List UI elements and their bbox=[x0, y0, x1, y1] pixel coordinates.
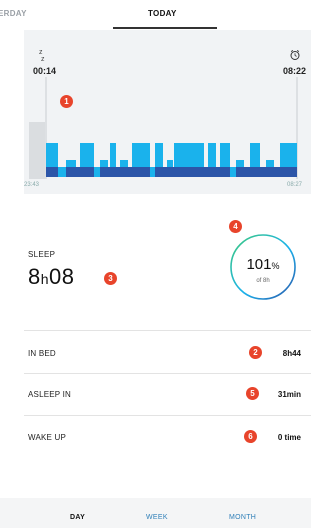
sleep-zz-icon: z z bbox=[39, 49, 45, 63]
goal-percent-value: 101 bbox=[246, 256, 272, 273]
light-sleep-bar bbox=[120, 160, 128, 167]
marker-5: 5 bbox=[246, 387, 259, 400]
wake-time: 08:22 bbox=[283, 66, 307, 76]
sleep-hours-unit: h bbox=[40, 271, 50, 287]
light-sleep-bars bbox=[46, 143, 297, 167]
row-wake-up-value: 0 time bbox=[277, 433, 301, 442]
light-sleep-bar bbox=[280, 143, 297, 167]
light-sleep-bar bbox=[266, 160, 274, 167]
row-asleep-in-value: 31min bbox=[277, 390, 301, 399]
divider bbox=[24, 415, 311, 416]
sleep-chart bbox=[29, 77, 298, 179]
light-sleep-bar bbox=[132, 143, 150, 167]
goal-percent: 101% bbox=[229, 256, 297, 273]
axis-start-label: 23:43 bbox=[24, 182, 40, 188]
light-sleep-bar bbox=[174, 143, 204, 167]
goal-percent-sign: % bbox=[271, 261, 280, 271]
light-sleep-bar bbox=[46, 143, 58, 167]
row-in-bed-value: 8h44 bbox=[282, 349, 301, 358]
nav-month[interactable]: MONTH bbox=[229, 514, 256, 521]
nav-week[interactable]: WEEK bbox=[146, 514, 168, 521]
light-sleep-bar bbox=[100, 160, 108, 167]
goal-subtitle: of 8h bbox=[256, 278, 270, 284]
sleep-duration: 8h08 bbox=[28, 264, 75, 290]
bottom-nav: DAY WEEK MONTH bbox=[0, 498, 311, 528]
light-sleep-bar bbox=[220, 143, 230, 167]
light-sleep-bar bbox=[208, 143, 216, 167]
light-sleep-gap bbox=[58, 167, 66, 177]
divider bbox=[24, 330, 311, 331]
light-sleep-bar bbox=[80, 143, 94, 167]
light-sleep-gap bbox=[94, 167, 100, 177]
row-in-bed-label: IN BED bbox=[28, 349, 56, 358]
light-sleep-bar bbox=[236, 160, 244, 167]
awake-segment bbox=[29, 122, 45, 179]
marker-6: 6 bbox=[244, 430, 257, 443]
light-sleep-bar bbox=[250, 143, 260, 167]
light-sleep-bar bbox=[155, 143, 163, 167]
light-sleep-bar bbox=[167, 160, 173, 167]
light-sleep-bar bbox=[66, 160, 76, 167]
row-asleep-in-label: ASLEEP IN bbox=[28, 390, 72, 399]
row-wake-up-label: WAKE UP bbox=[28, 433, 66, 442]
marker-3: 3 bbox=[104, 272, 117, 285]
marker-2: 2 bbox=[249, 346, 262, 359]
deep-sleep-band bbox=[46, 167, 297, 177]
marker-1: 1 bbox=[60, 95, 73, 108]
light-sleep-gap bbox=[150, 167, 155, 177]
sleep-minutes: 08 bbox=[49, 264, 75, 289]
sleep-start-time: 00:14 bbox=[33, 66, 57, 76]
marker-4: 4 bbox=[229, 220, 242, 233]
sleep-label: SLEEP bbox=[28, 250, 56, 259]
divider bbox=[24, 373, 311, 374]
light-sleep-bar bbox=[110, 143, 116, 167]
alarm-clock-icon bbox=[290, 49, 300, 60]
sleep-hours: 8 bbox=[28, 264, 41, 289]
axis-end-label: 08:27 bbox=[287, 182, 303, 188]
nav-day[interactable]: DAY bbox=[70, 514, 85, 521]
light-sleep-gap bbox=[230, 167, 236, 177]
